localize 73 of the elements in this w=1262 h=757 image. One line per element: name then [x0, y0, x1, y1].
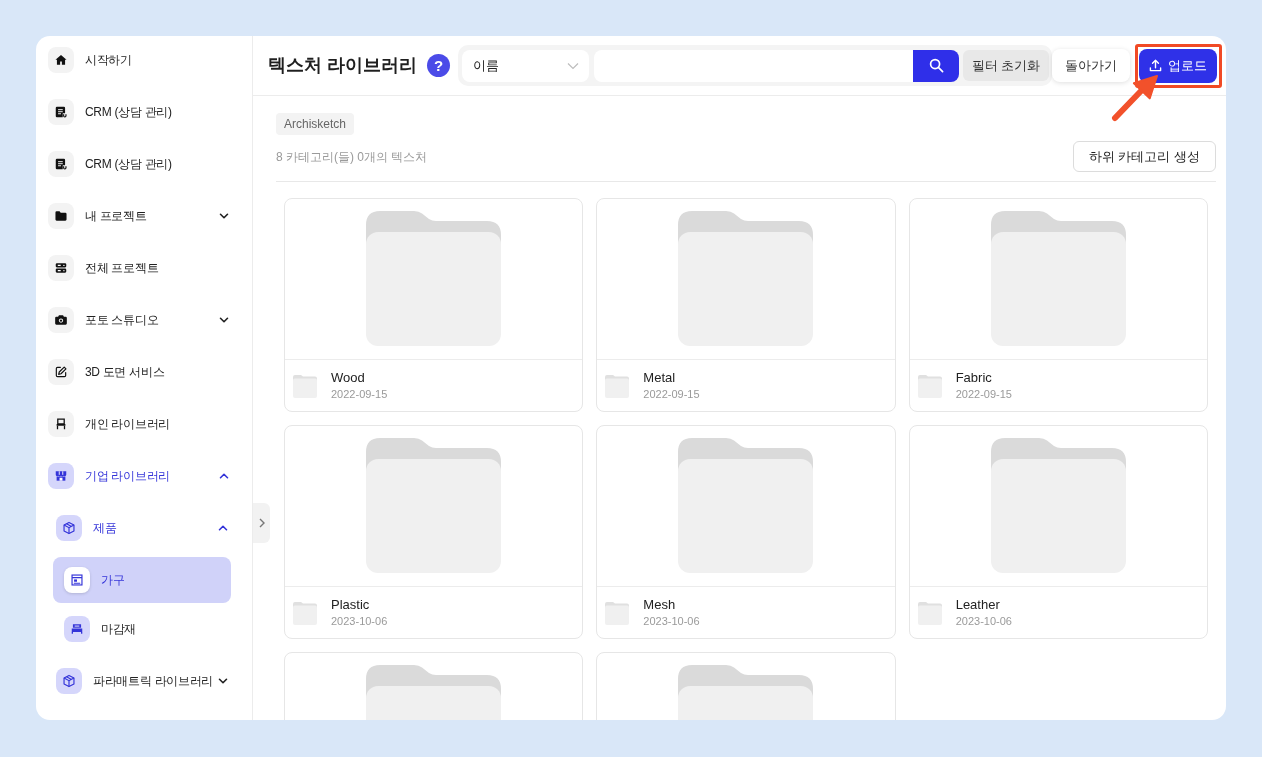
sidebar-item[interactable]: 가구 — [53, 557, 231, 603]
folder-name: Fabric — [955, 369, 993, 386]
sidebar-item[interactable]: CRM (상담 관리) — [48, 138, 230, 190]
folder-date: 2022-09-15 — [955, 387, 1012, 402]
sidebar-item[interactable]: 시작하기 — [48, 36, 230, 86]
folder-date: 2023-10-06 — [643, 614, 700, 629]
collapse-handle[interactable] — [253, 503, 270, 543]
folder-name: Leather — [955, 596, 1001, 613]
folder-card[interactable]: Fabric 2022-09-15 — [908, 198, 1208, 412]
sidebar-item[interactable]: 기업 라이브러리 — [48, 450, 230, 502]
folder-card[interactable]: Wood 2022-09-15 — [284, 198, 584, 412]
folder-name: Metal — [643, 369, 677, 386]
folder-card[interactable]: Plastic 2023-10-06 — [284, 425, 584, 639]
edit-icon — [48, 359, 74, 385]
sort-dropdown[interactable]: 이름 — [462, 49, 589, 82]
upload-button[interactable]: 업로드 — [1139, 48, 1217, 83]
cube-icon — [56, 668, 82, 694]
folder-name: Plastic — [331, 596, 371, 613]
folder-card[interactable]: Mesh 2023-10-06 — [596, 425, 896, 639]
sidebar-item[interactable]: 포토 스튜디오 — [48, 294, 230, 346]
folder-icon — [990, 211, 1126, 346]
sidebar-item[interactable]: CRM (상담 관리) — [48, 86, 230, 138]
chevron-down-icon — [567, 61, 579, 70]
server-icon — [48, 255, 74, 281]
camera-icon — [48, 307, 74, 333]
home-icon — [48, 47, 74, 73]
annotation-arrow — [1111, 74, 1158, 122]
page-title: 텍스처 라이브러리 — [268, 54, 417, 77]
folder-icon — [678, 438, 814, 573]
folder-icon — [293, 600, 317, 625]
folder-date: 2022-09-15 — [331, 387, 388, 402]
upload-icon — [1149, 59, 1162, 72]
folder-icon — [366, 438, 502, 573]
back-button[interactable]: 돌아가기 — [1052, 49, 1130, 82]
folder-icon — [366, 211, 502, 346]
folder-icon — [917, 600, 942, 625]
breadcrumb-link[interactable]: Archisketch — [276, 113, 355, 135]
folder-icon — [678, 211, 814, 346]
notebook-icon — [48, 99, 74, 125]
storefront-icon — [48, 463, 74, 489]
folder-icon — [917, 373, 942, 398]
folder-icon — [605, 600, 630, 625]
cube-icon — [56, 515, 82, 541]
sidebar-item[interactable]: 내 프로젝트 — [48, 190, 230, 242]
sidebar-item[interactable]: 개인 라이브러리 — [48, 398, 230, 450]
sidebar-item[interactable]: 파라매트릭 라이브러리 — [56, 655, 229, 707]
summary-text: 8 카테고리(들) 0개의 텍스처 — [276, 148, 428, 166]
folder-card[interactable]: Metal 2022-09-15 — [596, 198, 896, 412]
sidebar-item[interactable]: 마감재 — [53, 606, 231, 652]
folder-icon — [293, 373, 317, 398]
chair-icon — [48, 411, 74, 437]
search-icon — [928, 58, 944, 73]
search-button[interactable] — [913, 49, 959, 82]
folder-card[interactable]: Leather 2023-10-06 — [908, 425, 1208, 639]
folder-icon — [48, 203, 74, 229]
search-field[interactable] — [594, 49, 913, 82]
reset-filter-button[interactable]: 필터 초기화 — [963, 50, 1049, 81]
folder-name: Wood — [331, 369, 366, 386]
folder-date: 2023-10-06 — [955, 614, 1012, 629]
bed-icon — [64, 616, 90, 642]
folder-icon — [605, 373, 630, 398]
chevron-right-icon — [257, 518, 266, 528]
folder-icon — [990, 438, 1126, 573]
frame-icon — [64, 567, 90, 593]
create-subcategory-button[interactable]: 하위 카테고리 생성 — [1072, 141, 1216, 172]
help-button[interactable]: ? — [427, 54, 450, 77]
folder-date: 2023-10-06 — [331, 614, 388, 629]
sidebar-item[interactable]: 3D 도면 서비스 — [48, 346, 230, 398]
notebook-icon — [48, 151, 74, 177]
sidebar-item[interactable]: 전체 프로젝트 — [48, 242, 230, 294]
folder-name: Mesh — [643, 596, 677, 613]
folder-date: 2022-09-15 — [643, 387, 700, 402]
sidebar-item[interactable]: 제품 — [56, 502, 229, 554]
